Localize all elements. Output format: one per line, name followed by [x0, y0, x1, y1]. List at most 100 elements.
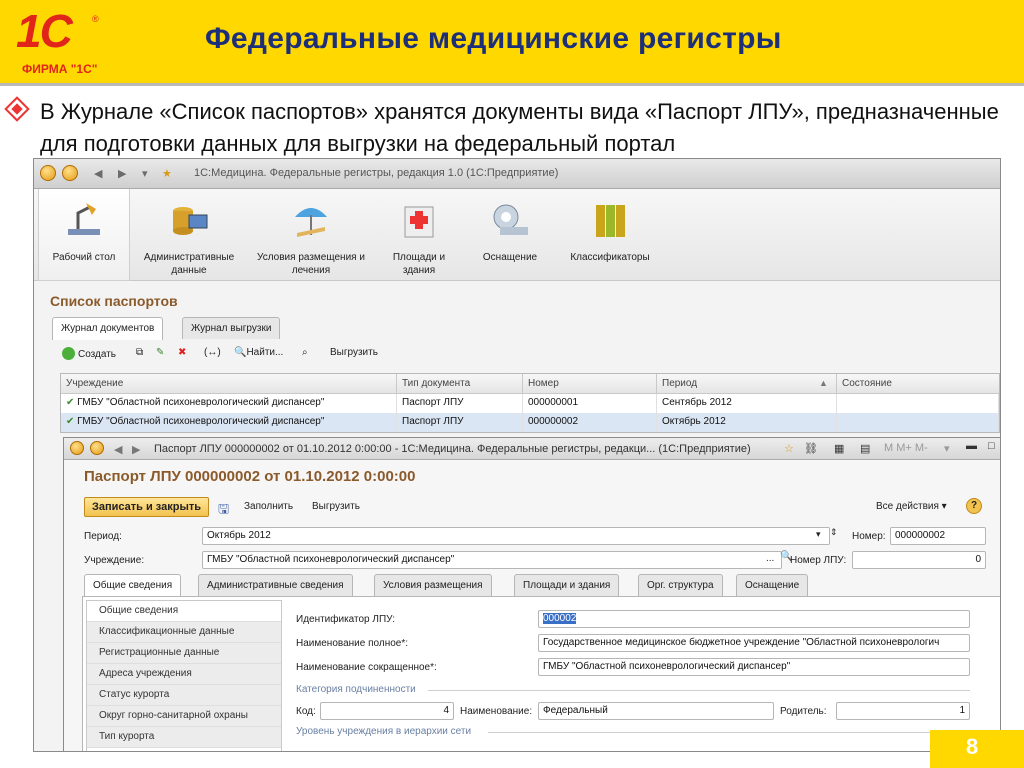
forward-arrow-icon[interactable]: ▶: [118, 167, 126, 180]
column-header-doc-type[interactable]: Тип документа: [397, 374, 523, 394]
export-button[interactable]: Выгрузить: [330, 347, 378, 358]
passport-titlebar: ◀ ▶ Паспорт ЛПУ 000000002 от 01.10.2012 …: [64, 438, 1000, 460]
parent-field[interactable]: 1: [836, 702, 970, 720]
save-disk-icon[interactable]: 🖫: [218, 500, 229, 522]
general-left-nav: Общие сведения Классификационные данные …: [86, 600, 282, 751]
cell-number: 000000002: [523, 413, 657, 432]
minimize-icon[interactable]: ▬: [966, 440, 977, 452]
plus-icon: [62, 347, 75, 360]
section-classifiers[interactable]: Классификаторы: [560, 189, 660, 281]
menu-icon[interactable]: [90, 441, 104, 455]
cell-state: [837, 413, 999, 432]
full-name-label: Наименование полное*:: [296, 638, 409, 649]
cell-org: ✔ ГМБУ "Областной психоневрологический д…: [61, 394, 397, 413]
desk-lamp-icon: [68, 203, 100, 235]
find-button[interactable]: 🔍Найти...: [234, 347, 283, 358]
tab-buildings[interactable]: Площади и здания: [514, 574, 620, 596]
nav-addresses[interactable]: Адреса учреждения: [87, 664, 281, 685]
tab-org-structure[interactable]: Орг. структура: [638, 574, 723, 596]
section-admin-data[interactable]: Административные данные: [134, 189, 244, 281]
save-and-close-button[interactable]: Записать и закрыть: [84, 497, 210, 517]
short-name-field[interactable]: ГМБУ "Областной психоневрологический дис…: [538, 658, 970, 676]
edit-pencil-icon[interactable]: ✎: [156, 347, 164, 358]
company-logo: 1С ® ФИРМА "1С": [12, 5, 120, 78]
history-dropdown-icon[interactable]: ▾: [142, 167, 148, 180]
bullet-text: В Журнале «Список паспортов» хранятся до…: [40, 99, 999, 156]
app-logo-icon[interactable]: [40, 165, 56, 181]
slide-title: Федеральные медицинские регистры: [205, 22, 782, 55]
dropdown-icon[interactable]: ▾: [944, 442, 950, 455]
nav-resort-type[interactable]: Тип курорта: [87, 727, 281, 748]
section-label: Площади и здания: [392, 252, 446, 276]
column-header-state[interactable]: Состояние: [837, 374, 999, 394]
period-stepper-icon[interactable]: ⇕: [830, 527, 838, 538]
nav-sanitary-district[interactable]: Округ горно-санитарной охраны: [87, 706, 281, 727]
posted-doc-icon: ✔: [66, 416, 78, 427]
list-title: Список паспортов: [50, 293, 178, 309]
cell-number: 000000001: [523, 394, 657, 413]
select-ellipsis-icon[interactable]: ...: [766, 553, 774, 564]
nav-classification[interactable]: Классификационные данные: [87, 622, 281, 643]
delete-icon[interactable]: ✖: [178, 347, 186, 358]
passport-window: ◀ ▶ Паспорт ЛПУ 000000002 от 01.10.2012 …: [63, 437, 1000, 751]
org-field[interactable]: ГМБУ "Областной психоневрологический дис…: [202, 551, 782, 569]
full-name-field[interactable]: Государственное медицинское бюджетное уч…: [538, 634, 970, 652]
tab-placement[interactable]: Условия размещения: [374, 574, 492, 596]
tab-administrative[interactable]: Административные сведения: [198, 574, 353, 596]
calendar-icon[interactable]: ▤: [860, 442, 870, 455]
fill-button[interactable]: Заполнить: [244, 501, 293, 512]
calculator-icon[interactable]: ▦: [834, 442, 844, 455]
back-arrow-icon[interactable]: ◀: [94, 167, 102, 180]
passport-tabs: Общие сведения Административные сведения…: [84, 574, 1000, 597]
period-dropdown-icon[interactable]: ▾: [816, 529, 821, 540]
copy-icon[interactable]: ⧉: [136, 347, 143, 358]
export-button[interactable]: Выгрузить: [312, 501, 360, 512]
back-arrow-icon[interactable]: ◀: [114, 443, 122, 456]
cell-org: ✔ ГМБУ "Областной психоневрологический д…: [61, 413, 397, 432]
menu-icon[interactable]: [62, 165, 78, 181]
section-buildings[interactable]: Площади и здания: [384, 189, 454, 281]
help-icon[interactable]: ?: [966, 498, 982, 514]
all-actions-menu[interactable]: Все действия ▾: [876, 501, 947, 512]
period-field[interactable]: Октябрь 2012: [202, 527, 830, 545]
section-label: Административные данные: [143, 252, 235, 276]
tab-documents-journal[interactable]: Журнал документов: [52, 317, 164, 340]
app-logo-icon[interactable]: [70, 441, 84, 455]
memory-buttons-icon[interactable]: M M+ M-: [884, 442, 928, 454]
lpu-number-field[interactable]: 0: [852, 551, 986, 569]
column-header-period[interactable]: Период: [657, 374, 837, 394]
maximize-icon[interactable]: □: [988, 440, 995, 452]
forward-arrow-icon[interactable]: ▶: [132, 443, 140, 456]
tab-export-journal[interactable]: Журнал выгрузки: [182, 317, 281, 339]
favorite-star-icon[interactable]: ★: [162, 167, 172, 180]
passports-table: Учреждение Тип документа Номер Период Со…: [60, 373, 1000, 433]
nav-resort-status[interactable]: Статус курорта: [87, 685, 281, 706]
number-field[interactable]: 000000002: [890, 527, 986, 545]
column-header-number[interactable]: Номер: [523, 374, 657, 394]
nav-general[interactable]: Общие сведения: [87, 601, 281, 622]
code-field[interactable]: 4: [320, 702, 454, 720]
section-equipment[interactable]: Оснащение: [470, 189, 550, 281]
code-label: Код:: [296, 706, 316, 717]
link-icon[interactable]: ⛓: [804, 442, 818, 455]
create-button[interactable]: Создать: [62, 347, 116, 360]
section-desktop[interactable]: Рабочий стол: [38, 189, 130, 281]
nav-registration[interactable]: Регистрационные данные: [87, 643, 281, 664]
logo-text: 1С: [16, 5, 73, 57]
cell-period: Октябрь 2012: [657, 413, 837, 432]
column-header-org[interactable]: Учреждение: [61, 374, 397, 394]
cancel-search-icon[interactable]: ⌕: [302, 347, 308, 358]
sort-asc-icon[interactable]: ▲: [819, 378, 828, 388]
create-label: Создать: [78, 349, 117, 360]
section-label: Классификаторы: [570, 252, 650, 263]
lpu-id-field[interactable]: 000002: [538, 610, 970, 628]
section-label: Условия размещения и лечения: [257, 252, 365, 276]
favorite-star-icon[interactable]: ☆: [784, 442, 794, 455]
window-title: 1С:Медицина. Федеральные регистры, редак…: [194, 167, 559, 179]
tab-general[interactable]: Общие сведения: [84, 574, 182, 597]
tab-equipment[interactable]: Оснащение: [736, 574, 809, 596]
section-placement[interactable]: Условия размещения и лечения: [246, 189, 376, 281]
group-divider: [428, 690, 970, 691]
post-icon[interactable]: (↔): [204, 347, 221, 358]
name-field[interactable]: Федеральный: [538, 702, 774, 720]
